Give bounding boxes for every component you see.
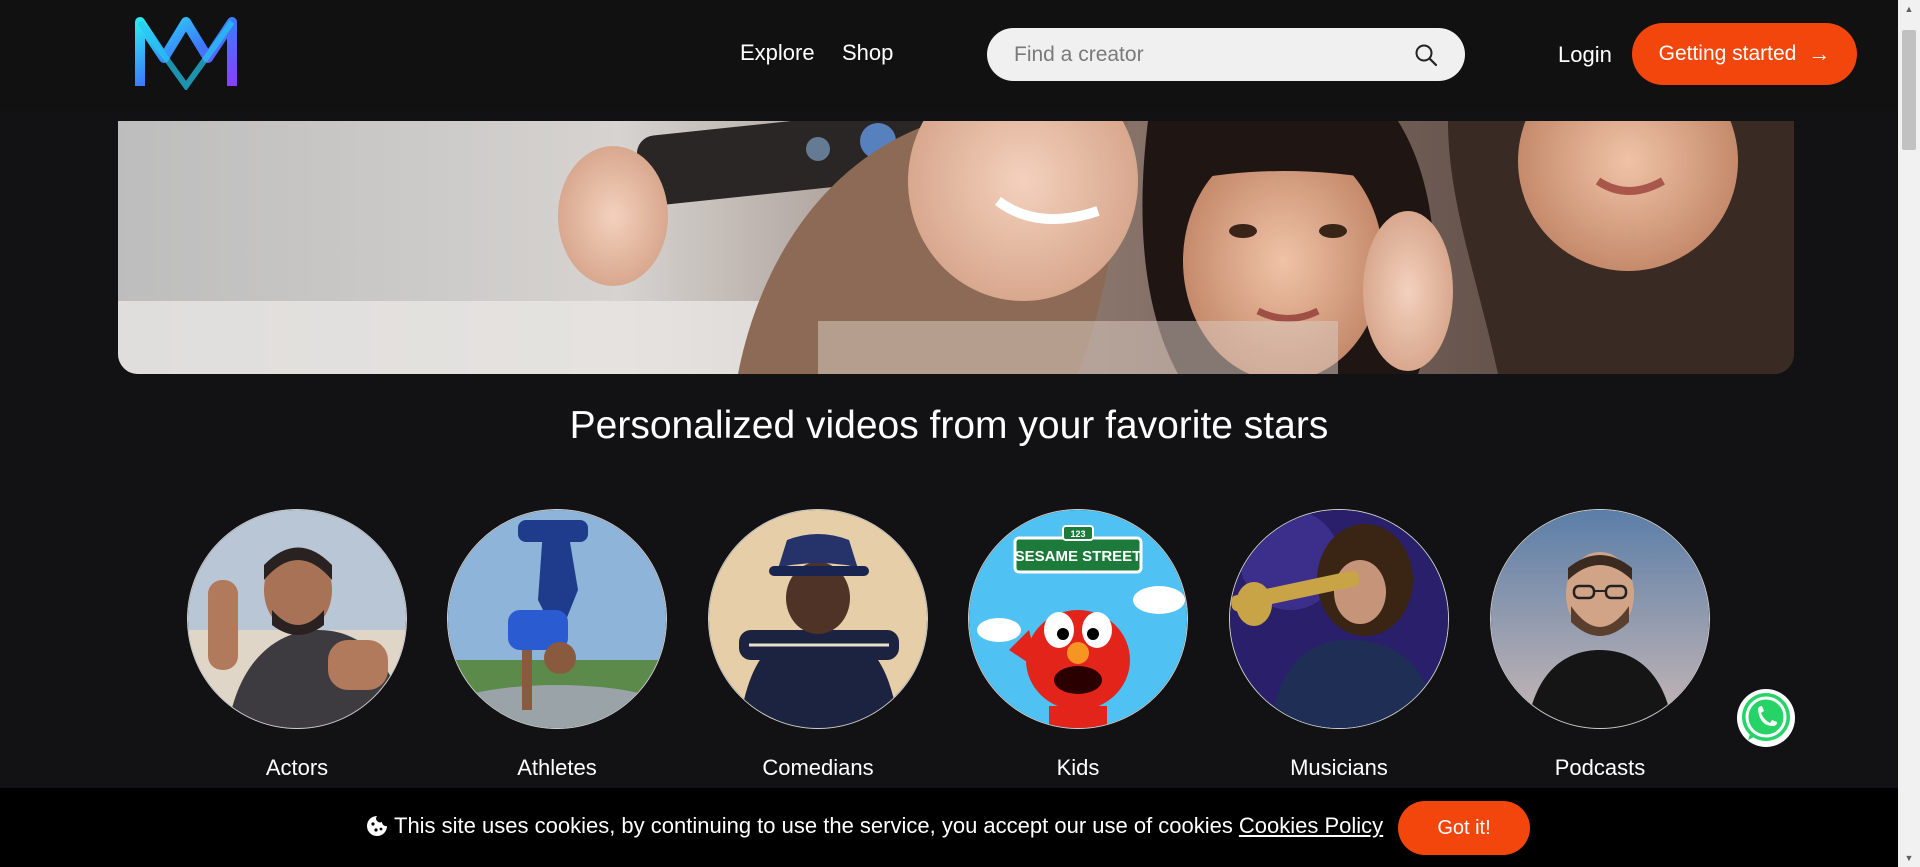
brand-logo[interactable] (134, 16, 238, 90)
page-headline: Personalized videos from your favorite s… (569, 404, 1329, 447)
category-podcasts[interactable]: Podcasts (1490, 509, 1710, 781)
category-label: Athletes (517, 755, 597, 780)
getting-started-label: Getting started (1658, 42, 1797, 65)
page-scrollbar[interactable]: ▲ ▼ (1898, 0, 1920, 867)
nav-shop[interactable]: Shop (842, 40, 893, 66)
site-header: Explore Shop Login Getting started → (0, 0, 1898, 110)
scroll-down-icon[interactable]: ▼ (1898, 849, 1920, 867)
category-image (1490, 509, 1710, 729)
category-image: 123 SESAME STREET (968, 509, 1188, 729)
search-box (987, 28, 1465, 81)
category-label: Kids (1056, 755, 1100, 780)
category-label: Comedians (762, 755, 874, 780)
hero-banner (118, 121, 1794, 374)
arrow-right-icon: → (1808, 41, 1831, 66)
category-musicians[interactable]: Musicians (1229, 509, 1449, 781)
whatsapp-icon[interactable] (1736, 688, 1796, 748)
cookie-icon (367, 816, 387, 836)
category-comedians[interactable]: Comedians (708, 509, 928, 781)
search-icon[interactable] (1414, 43, 1438, 67)
category-image (447, 509, 667, 729)
category-actors[interactable]: Actors (187, 509, 407, 781)
sign-number: 123 (1070, 529, 1085, 539)
search-input[interactable] (1014, 28, 1394, 81)
category-label: Musicians (1290, 755, 1388, 780)
scroll-up-icon[interactable]: ▲ (1898, 0, 1920, 18)
page: Explore Shop Login Getting started → (0, 0, 1920, 867)
got-it-button[interactable]: Got it! (1398, 801, 1530, 855)
cookie-notice: This site uses cookies, by continuing to… (366, 813, 1383, 839)
category-image (187, 509, 407, 729)
category-athletes[interactable]: Athletes (447, 509, 667, 781)
nav-explore[interactable]: Explore (740, 40, 815, 66)
category-label: Podcasts (1554, 755, 1646, 780)
login-link[interactable]: Login (1558, 42, 1612, 68)
sign-text: SESAME STREET (1015, 548, 1142, 565)
category-kids[interactable]: 123 SESAME STREET Kids (968, 509, 1188, 781)
cookie-text: This site uses cookies, by continuing to… (394, 813, 1233, 838)
cookies-policy-link[interactable]: Cookies Policy (1239, 813, 1383, 839)
hero-image (118, 121, 1794, 374)
category-image (708, 509, 928, 729)
cookie-banner: This site uses cookies, by continuing to… (0, 788, 1898, 867)
category-image (1229, 509, 1449, 729)
getting-started-button[interactable]: Getting started → (1632, 23, 1857, 85)
category-label: Actors (265, 755, 329, 780)
scrollbar-thumb[interactable] (1902, 30, 1916, 150)
